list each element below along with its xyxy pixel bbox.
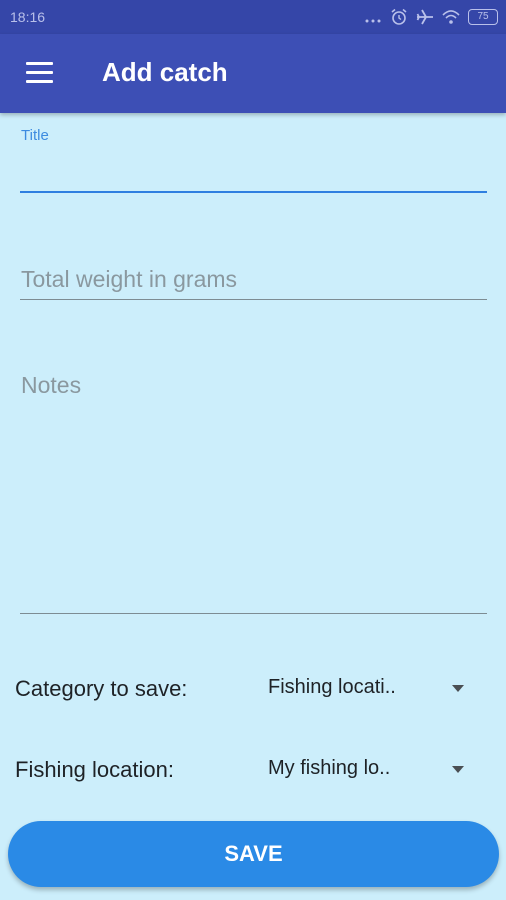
airplane-icon — [416, 9, 433, 25]
dropdown-arrow-icon — [452, 685, 464, 692]
fishing-location-label: Fishing location: — [15, 757, 174, 782]
dropdown-arrow-icon — [452, 766, 464, 773]
category-label: Category to save: — [15, 676, 188, 701]
fishing-location-dropdown[interactable]: My fishing lo.. — [266, 751, 476, 787]
more-dots-icon — [365, 19, 381, 23]
notes-field-underline — [20, 613, 487, 614]
category-dropdown[interactable]: Fishing locati.. — [266, 670, 476, 706]
notes-input[interactable] — [20, 364, 487, 614]
app-bar: Add catch — [0, 34, 506, 113]
title-field-label: Title — [21, 127, 49, 144]
title-input[interactable] — [20, 150, 487, 192]
fishing-location-selected-value: My fishing lo.. — [268, 757, 391, 779]
status-time: 18:16 — [10, 9, 46, 25]
weight-input[interactable] — [20, 258, 487, 300]
status-icons: 75 — [364, 6, 498, 28]
title-field-underline — [20, 191, 487, 193]
battery-icon: 75 — [468, 9, 498, 25]
weight-field-underline — [20, 299, 487, 300]
save-button[interactable]: SAVE — [8, 821, 499, 887]
wifi-icon — [442, 10, 460, 24]
page-title: Add catch — [102, 57, 228, 87]
alarm-icon — [391, 8, 407, 25]
status-bar: 18:16 75 — [0, 0, 506, 34]
hamburger-menu-icon[interactable] — [26, 62, 54, 84]
category-selected-value: Fishing locati.. — [268, 676, 396, 698]
